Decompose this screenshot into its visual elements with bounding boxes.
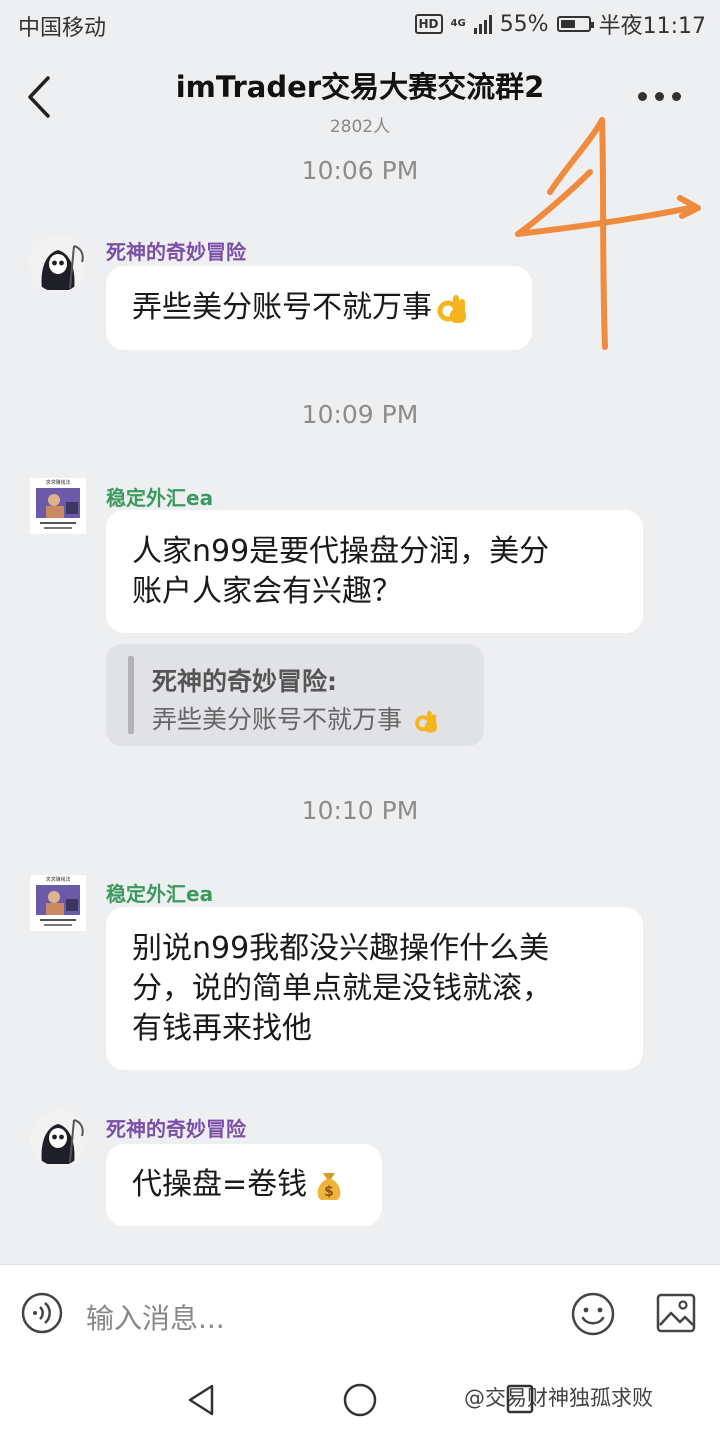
message-bubble[interactable]: 代操盘=卷钱 $ <box>106 1144 382 1226</box>
sender-name: 稳定外汇ea <box>106 882 214 906</box>
more-options-button[interactable] <box>634 78 684 114</box>
timestamp: 10:06 PM <box>301 156 419 185</box>
avatar-reaper[interactable] <box>30 236 86 292</box>
quote-text: 弄些美分账号不就万事 <box>152 700 440 736</box>
timestamp: 10:10 PM <box>301 796 419 825</box>
circle-home-icon <box>343 1383 377 1417</box>
message-line: 人家n99是要代操盘分润，美分 <box>132 534 550 569</box>
smiley-icon <box>571 1292 615 1336</box>
carrier-name: 中国移动 <box>18 16 107 41</box>
hd-icon: HD <box>414 14 443 34</box>
network-type: 4G <box>450 18 466 29</box>
message-line: 分，说的简单点就是没钱就滚， <box>132 971 552 1006</box>
avatar-forex-ea[interactable]: 求求赚钱法 <box>30 478 86 534</box>
timestamp: 10:09 PM <box>301 400 419 429</box>
message-bubble[interactable]: 别说n99我都没兴趣操作什么美 分，说的简单点就是没钱就滚， 有钱再来找他 <box>106 907 643 1070</box>
message-bubble[interactable]: 人家n99是要代操盘分润，美分 账户人家会有兴趣？ <box>106 510 643 633</box>
nav-home-button[interactable] <box>342 1382 378 1418</box>
svg-text:$: $ <box>324 1184 334 1200</box>
message-line: 有钱再来找他 <box>132 1011 312 1046</box>
message-text: 弄些美分账号不就万事 <box>132 290 432 325</box>
ok-hand-icon <box>437 295 466 323</box>
avatar-caption: 求求赚钱法 <box>45 877 71 883</box>
quote-author: 死神的奇妙冒险: <box>152 667 337 696</box>
signal-icon <box>473 14 492 34</box>
group-title: imTrader交易大赛交流群2 <box>175 70 545 104</box>
avatar-forex-ea[interactable]: 求求赚钱法 <box>30 875 86 931</box>
quote-bar <box>128 656 134 734</box>
quoted-message[interactable]: 死神的奇妙冒险: 弄些美分账号不就万事 <box>106 644 484 746</box>
money-bag-icon: $ <box>317 1173 341 1200</box>
voice-button[interactable] <box>20 1291 64 1335</box>
input-bar: 输入消息... <box>0 1264 720 1361</box>
ok-hand-icon <box>415 711 437 733</box>
battery-icon <box>556 16 594 32</box>
image-button[interactable] <box>654 1291 698 1335</box>
voice-icon <box>21 1292 63 1334</box>
nav-back-button[interactable] <box>184 1382 218 1418</box>
avatar-reaper[interactable] <box>30 1110 86 1166</box>
system-nav-bar: @交易财神独孤求败 <box>0 1360 720 1440</box>
watermark-text: @交易财神独孤求败 <box>464 1386 653 1410</box>
sender-name: 稳定外汇ea <box>106 486 214 510</box>
message-text: 代操盘=卷钱 <box>132 1167 308 1202</box>
handwritten-four-doodle <box>515 117 701 350</box>
message-input[interactable]: 输入消息... <box>86 1297 225 1337</box>
sender-name: 死神的奇妙冒险 <box>106 240 246 264</box>
message-bubble[interactable]: 弄些美分账号不就万事 <box>106 266 532 350</box>
image-icon <box>656 1293 696 1333</box>
avatar-caption: 求求赚钱法 <box>45 480 71 486</box>
emoji-button[interactable] <box>570 1291 616 1337</box>
status-bar: 中国移动 HD 4G 55% 半夜11:17 <box>0 0 720 50</box>
sender-name: 死神的奇妙冒险 <box>106 1117 246 1141</box>
message-line: 别说n99我都没兴趣操作什么美 <box>132 931 550 966</box>
clock: 半夜11:17 <box>598 14 706 39</box>
battery-percent: 55% <box>499 11 549 37</box>
triangle-back-icon <box>188 1384 214 1416</box>
message-line: 账户人家会有兴趣？ <box>132 574 402 609</box>
